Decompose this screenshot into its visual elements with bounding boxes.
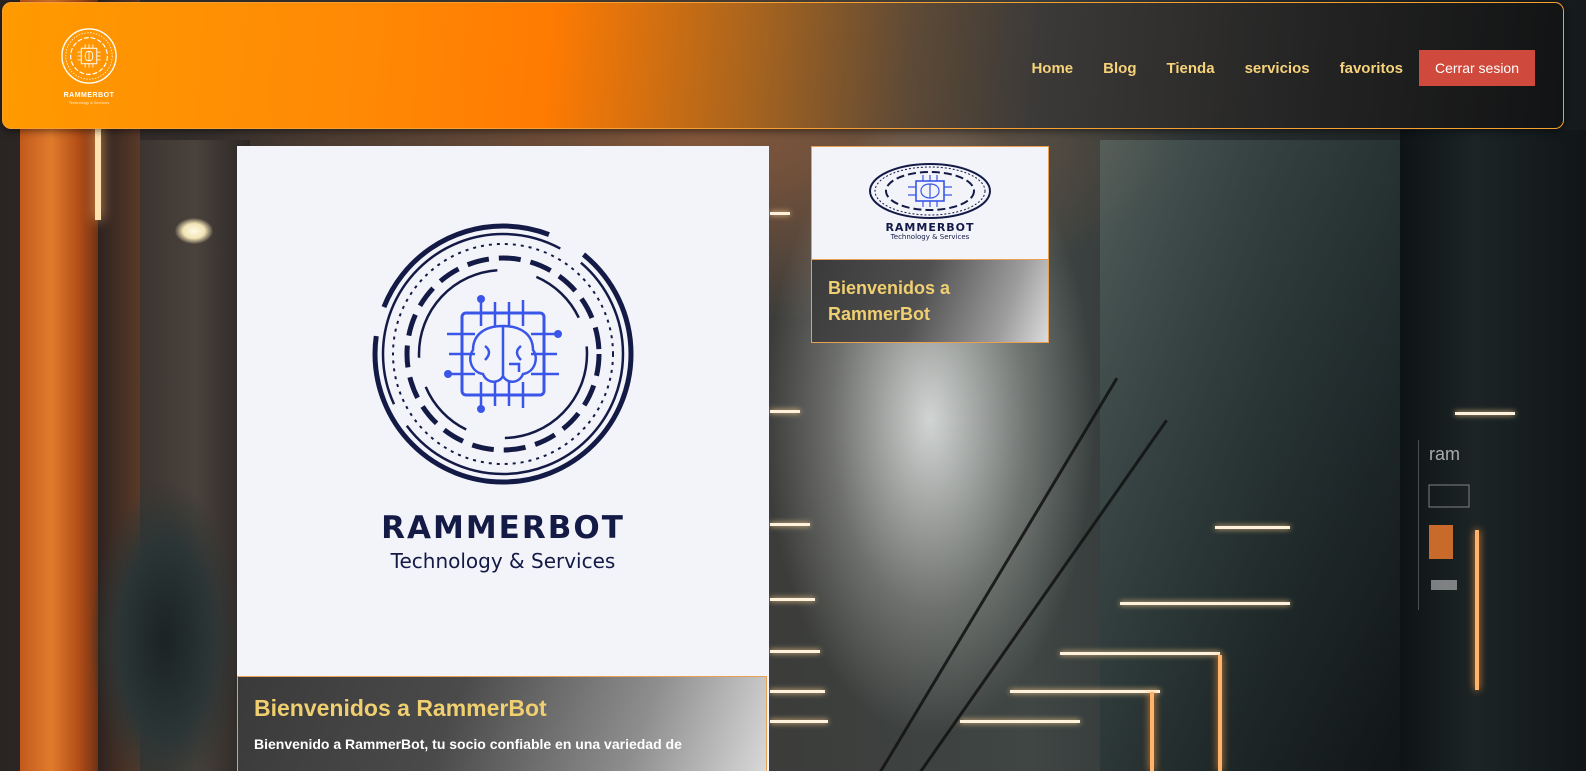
secondary-card-image: RAMMERBOT Technology & Services: [812, 147, 1048, 259]
nav-home[interactable]: Home: [1031, 60, 1073, 77]
featured-card[interactable]: RAMMERBOT Technology & Services Bienveni…: [237, 146, 769, 771]
secondary-card-title: Bienvenidos a RammerBot: [828, 278, 951, 324]
bg-building-plaque: ram: [1418, 440, 1475, 610]
bg-ceiling-light: [770, 410, 800, 413]
bg-ceiling-light: [770, 650, 820, 653]
bg-ceiling-light: [770, 690, 825, 693]
rammerbot-logo-icon: [61, 28, 117, 84]
header-logo[interactable]: RAMMERBOT Technology & Services: [55, 27, 123, 107]
bg-ceiling-light: [1455, 412, 1515, 415]
bg-ceiling-light: [770, 720, 828, 723]
nav-blog[interactable]: Blog: [1103, 60, 1136, 77]
featured-card-image: RAMMERBOT Technology & Services: [237, 146, 769, 676]
secondary-brand-subtitle: Technology & Services: [890, 233, 970, 241]
plaque-text: ram: [1429, 444, 1460, 464]
bg-ceiling-light: [770, 212, 790, 215]
featured-card-text: Bienvenido a RammerBot, tu socio confiab…: [254, 736, 682, 752]
bg-tree: [90, 450, 240, 771]
featured-brand-subtitle: Technology & Services: [390, 549, 616, 573]
bg-vertical-light: [1218, 655, 1222, 771]
secondary-card[interactable]: RAMMERBOT Technology & Services Bienveni…: [811, 146, 1049, 343]
nav-servicios[interactable]: servicios: [1245, 60, 1310, 77]
bg-railing: [878, 377, 1119, 771]
main-nav: Home Blog Tienda servicios favoritos Cer…: [1031, 50, 1535, 86]
bg-street-lamp: [175, 218, 213, 244]
bg-ceiling-light: [770, 598, 815, 601]
logo-title: RAMMERBOT: [63, 92, 115, 99]
bg-ceiling-light: [1010, 690, 1160, 693]
featured-brand-title: RAMMERBOT: [381, 510, 625, 546]
secondary-card-caption: Bienvenidos a RammerBot: [812, 259, 1048, 342]
bg-vertical-light: [1150, 692, 1154, 771]
bg-ceiling-light: [960, 720, 1080, 723]
top-navbar: RAMMERBOT Technology & Services Home Blo…: [2, 2, 1564, 129]
bg-light-strip: [95, 120, 101, 220]
featured-card-title: Bienvenidos a RammerBot: [254, 695, 547, 721]
logout-button[interactable]: Cerrar sesion: [1418, 50, 1535, 86]
bg-ceiling-light: [770, 523, 810, 526]
nav-tienda[interactable]: Tienda: [1166, 60, 1214, 77]
featured-card-caption: Bienvenidos a RammerBot Bienvenido a Ram…: [237, 676, 767, 771]
nav-favoritos[interactable]: favoritos: [1340, 60, 1403, 77]
bg-glass-facade: [1100, 140, 1400, 771]
bg-ceiling-light: [1120, 602, 1290, 605]
bg-ceiling-light: [1215, 526, 1290, 529]
bg-vertical-light: [1475, 530, 1479, 690]
bg-ceiling-light: [1060, 652, 1220, 655]
logo-subtitle: Technology & Services: [68, 100, 110, 105]
